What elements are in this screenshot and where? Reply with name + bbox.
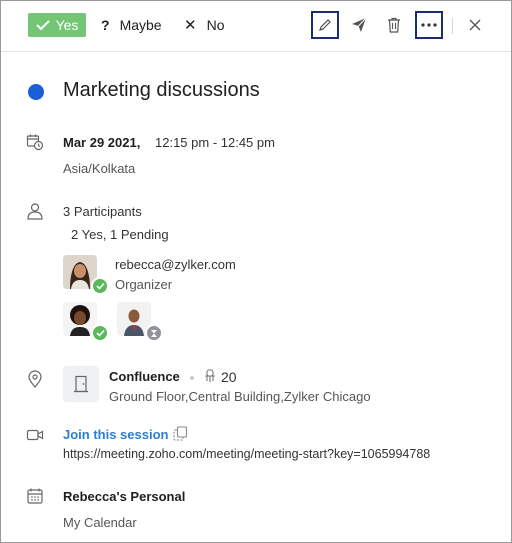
room-name: Confluence <box>109 369 180 384</box>
organizer-email: rebecca@zylker.com <box>115 257 236 272</box>
room-icon-box <box>63 366 99 402</box>
join-session-link[interactable]: Join this session <box>63 427 168 442</box>
door-icon <box>74 375 88 393</box>
send-icon <box>352 17 367 32</box>
rsvp-yes-label: Yes <box>55 17 79 33</box>
check-icon <box>95 282 105 290</box>
rsvp-no-label: No <box>206 17 225 33</box>
edit-button[interactable] <box>311 11 339 39</box>
question-icon: ? <box>101 17 110 33</box>
room-address: Ground Floor,Central Building,Zylker Chi… <box>109 389 371 404</box>
calendar-icon <box>27 488 43 504</box>
person-icon <box>27 203 43 220</box>
event-timezone: Asia/Kolkata <box>63 161 136 176</box>
toolbar: Yes ? Maybe ✕ No <box>1 1 511 52</box>
meeting-url[interactable]: https://meeting.zoho.com/meeting/meeting… <box>63 447 430 461</box>
more-icon <box>421 23 437 27</box>
separator-dot <box>190 376 194 380</box>
participants-count: 3 Participants <box>63 204 142 219</box>
pending-badge <box>145 324 163 342</box>
delete-button[interactable] <box>380 11 408 39</box>
event-time: 12:15 pm - 12:45 pm <box>155 135 275 150</box>
calendar-clock-icon <box>26 134 44 151</box>
seat-icon <box>205 369 215 382</box>
copy-icon[interactable] <box>173 426 188 441</box>
location-pin-icon <box>28 370 42 388</box>
close-icon <box>469 19 481 31</box>
toolbar-divider <box>452 18 453 34</box>
more-options-button[interactable] <box>415 11 443 39</box>
event-details-panel: Yes ? Maybe ✕ No Marketing discussions M… <box>0 0 512 543</box>
calendar-type: My Calendar <box>63 515 137 530</box>
check-icon <box>35 20 50 31</box>
event-date: Mar 29 2021, <box>63 135 141 150</box>
edit-icon <box>319 19 331 31</box>
video-icon <box>26 429 44 441</box>
x-icon: ✕ <box>184 17 197 34</box>
hourglass-icon <box>151 329 157 337</box>
rsvp-maybe-button[interactable]: ? Maybe <box>101 13 162 37</box>
participants-summary: 2 Yes, 1 Pending <box>71 227 169 242</box>
rsvp-maybe-label: Maybe <box>119 17 162 33</box>
rsvp-no-button[interactable]: ✕ No <box>184 13 224 37</box>
event-title: Marketing discussions <box>63 79 260 101</box>
organizer-role: Organizer <box>115 277 173 292</box>
event-color-dot <box>28 84 44 100</box>
send-button[interactable] <box>345 11 373 39</box>
check-icon <box>95 329 105 337</box>
room-capacity: 20 <box>221 369 237 385</box>
accepted-badge <box>91 277 109 295</box>
rsvp-yes-button[interactable]: Yes <box>28 13 86 37</box>
trash-icon <box>388 17 400 33</box>
close-button[interactable] <box>461 11 489 39</box>
calendar-name: Rebecca's Personal <box>63 489 186 504</box>
accepted-badge <box>91 324 109 342</box>
